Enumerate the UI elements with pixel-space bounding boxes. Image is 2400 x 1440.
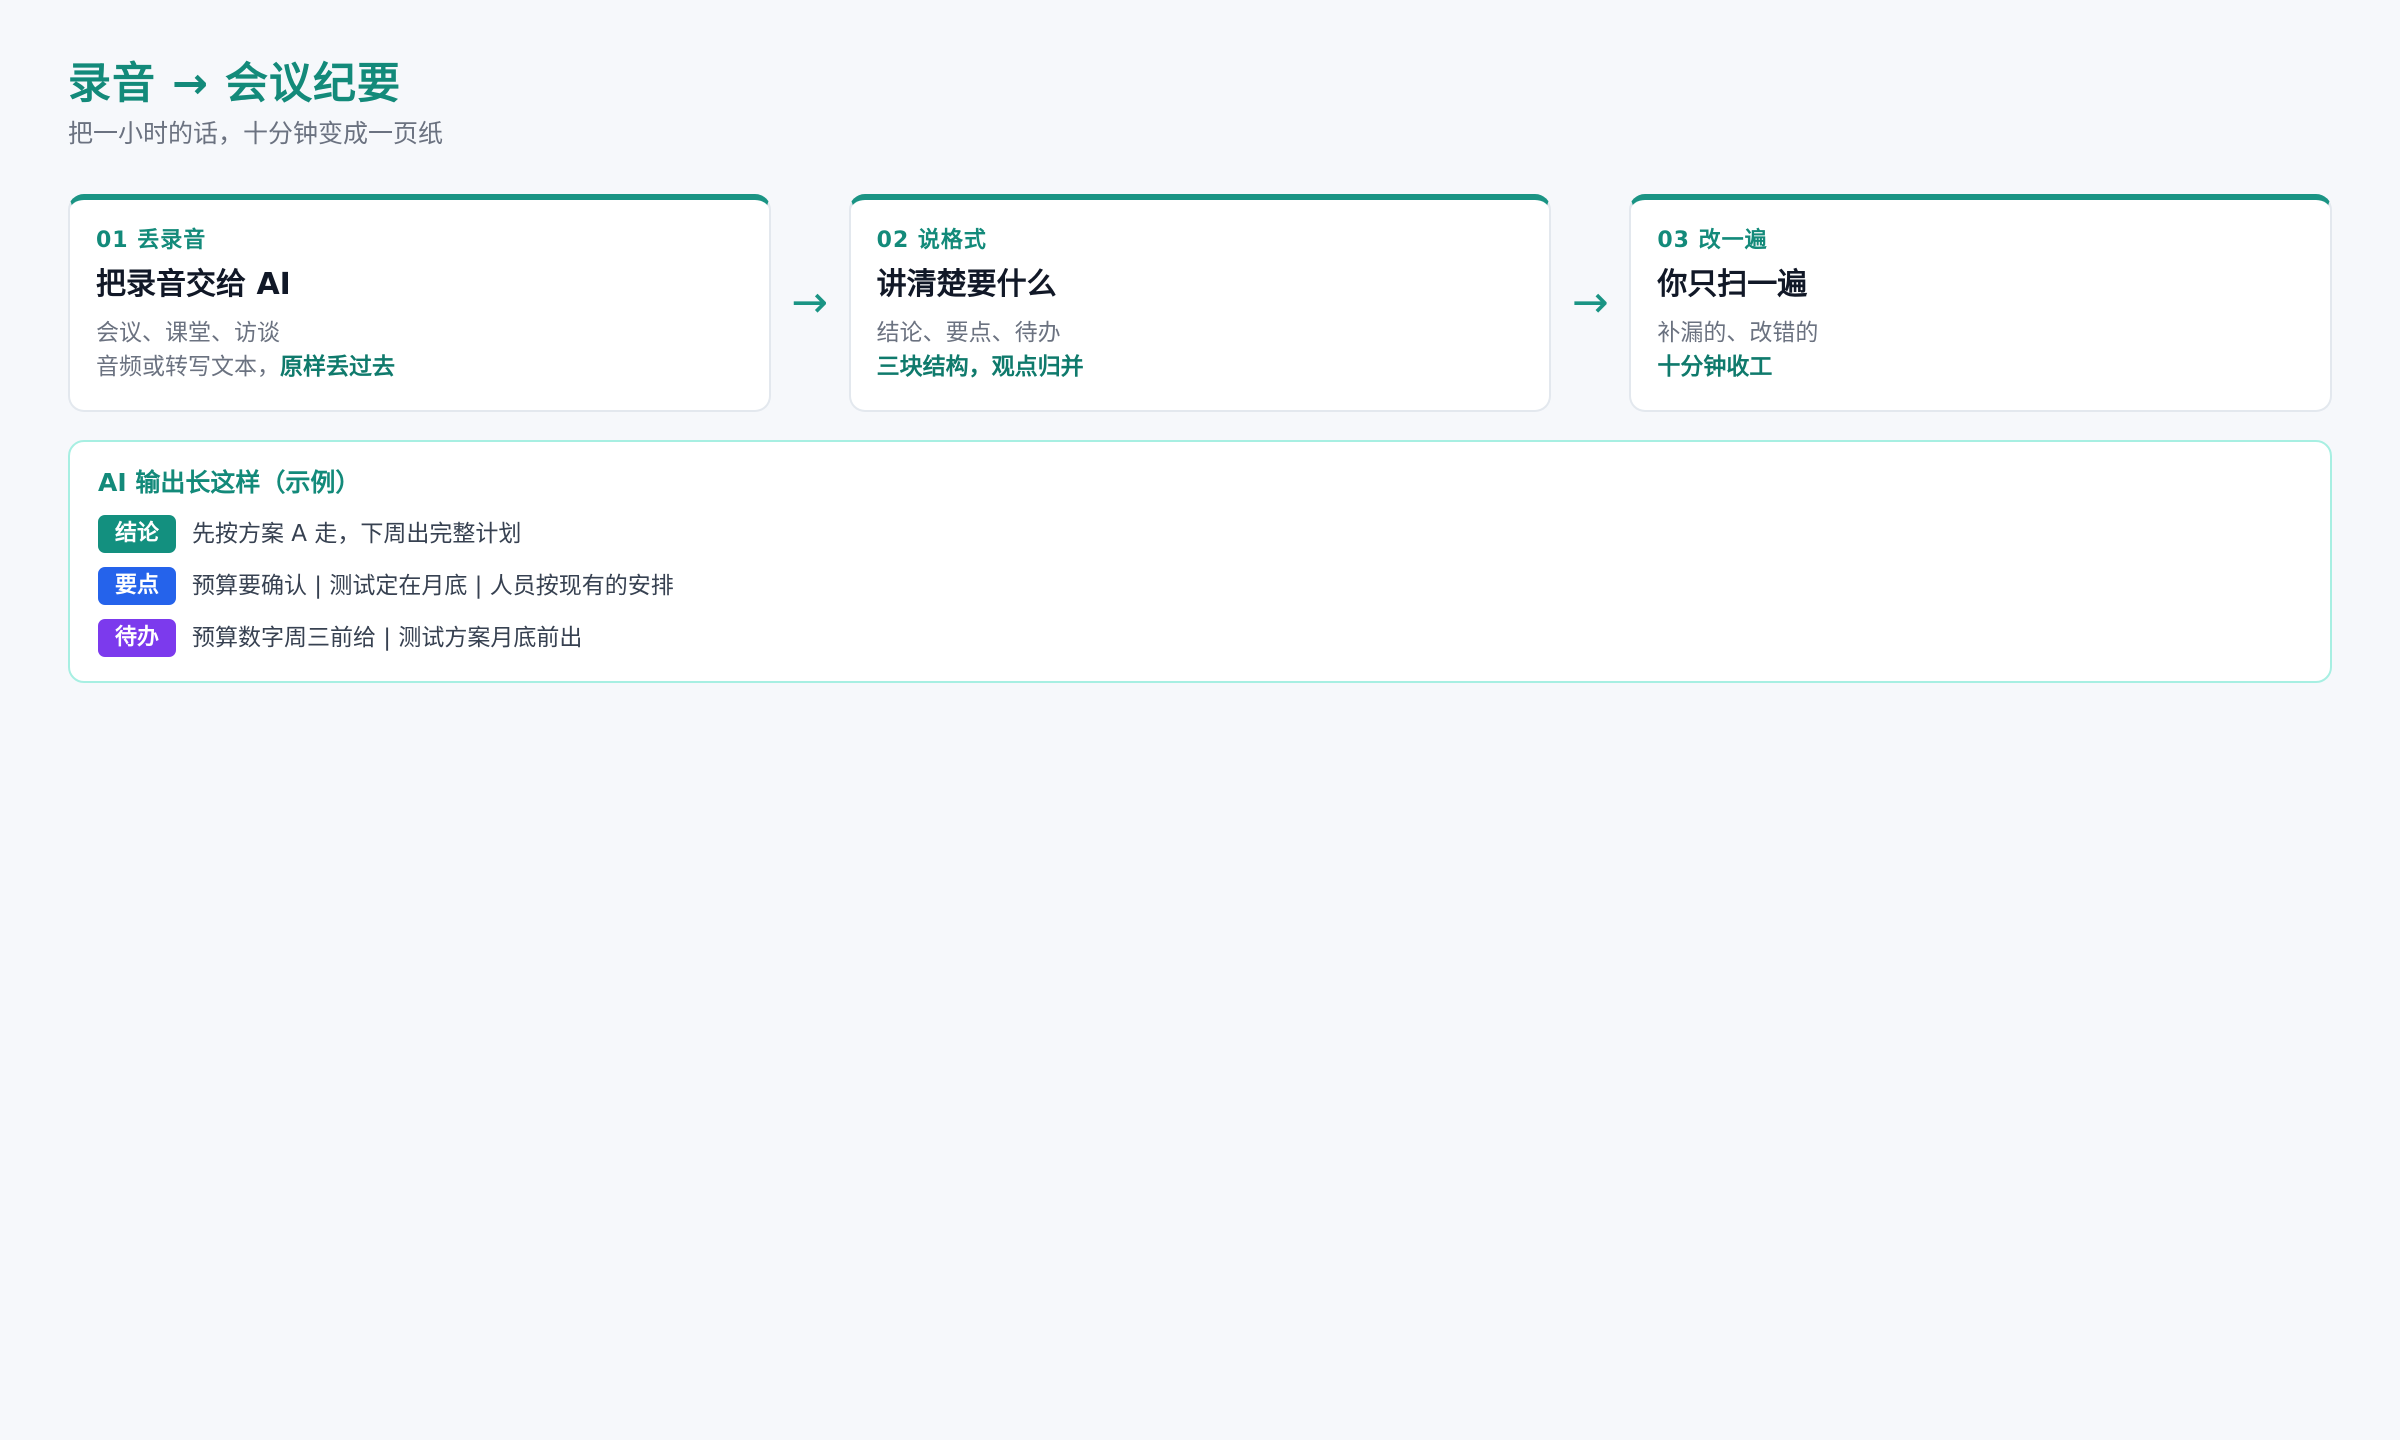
step-kicker: 02 说格式 bbox=[876, 228, 987, 253]
step-heading: 讲清楚要什么 bbox=[876, 267, 1057, 302]
example-row-text: 预算数字周三前给 | 测试方案月底前出 bbox=[192, 625, 583, 651]
step-heading: 你只扫一遍 bbox=[1657, 267, 1808, 302]
tag-badge-todo: 待办 bbox=[98, 619, 176, 657]
tag-badge-conclusion: 结论 bbox=[98, 515, 176, 553]
example-row-conclusion: 结论 先按方案 A 走，下周出完整计划 bbox=[98, 515, 2302, 553]
arrow-right-icon: → bbox=[791, 277, 829, 328]
page-title: 录音 → 会议纪要 bbox=[68, 59, 401, 109]
example-output-panel: AI 输出长这样（示例） 结论 先按方案 A 走，下周出完整计划 要点 预算要确… bbox=[68, 440, 2332, 683]
step-note: 音频或转写文本，原样丢过去 bbox=[96, 350, 743, 384]
step-note-prefix: 音频或转写文本， bbox=[96, 354, 280, 380]
header: 录音 → 会议纪要 把一小时的话，十分钟变成一页纸 bbox=[68, 56, 2332, 152]
step-description: 补漏的、改错的 bbox=[1657, 320, 1819, 346]
steps-row: 01 丢录音 把录音交给 AI 会议、课堂、访谈 音频或转写文本，原样丢过去 →… bbox=[68, 194, 2332, 412]
step-note-emphasis: 十分钟收工 bbox=[1657, 354, 1773, 380]
step-card-2: 02 说格式 讲清楚要什么 结论、要点、待办 三块结构，观点归并 bbox=[848, 194, 1552, 412]
example-row-text: 预算要确认 | 测试定在月底 | 人员按现有的安排 bbox=[192, 573, 674, 599]
step-note-emphasis: 原样丢过去 bbox=[280, 354, 395, 380]
page: 录音 → 会议纪要 把一小时的话，十分钟变成一页纸 01 丢录音 把录音交给 A… bbox=[0, 0, 2400, 1440]
arrow-right-icon: → bbox=[1571, 277, 1609, 328]
step-kicker: 03 改一遍 bbox=[1657, 228, 1768, 253]
example-title: AI 输出长这样（示例） bbox=[98, 468, 361, 497]
step-description: 会议、课堂、访谈 bbox=[96, 320, 280, 346]
page-subtitle: 把一小时的话，十分钟变成一页纸 bbox=[68, 119, 444, 148]
tag-badge-key-points: 要点 bbox=[98, 567, 176, 605]
example-row-text: 先按方案 A 走，下周出完整计划 bbox=[192, 521, 522, 547]
step-description: 结论、要点、待办 bbox=[876, 320, 1061, 346]
step-note-emphasis: 三块结构，观点归并 bbox=[876, 354, 1084, 380]
example-row-todo: 待办 预算数字周三前给 | 测试方案月底前出 bbox=[98, 619, 2302, 657]
step-card-3: 03 改一遍 你只扫一遍 补漏的、改错的 十分钟收工 bbox=[1629, 194, 2332, 412]
step-kicker: 01 丢录音 bbox=[96, 228, 207, 253]
step-heading: 把录音交给 AI bbox=[96, 267, 291, 302]
example-row-key-points: 要点 预算要确认 | 测试定在月底 | 人员按现有的安排 bbox=[98, 567, 2302, 605]
step-card-1: 01 丢录音 把录音交给 AI 会议、课堂、访谈 音频或转写文本，原样丢过去 bbox=[68, 194, 771, 412]
